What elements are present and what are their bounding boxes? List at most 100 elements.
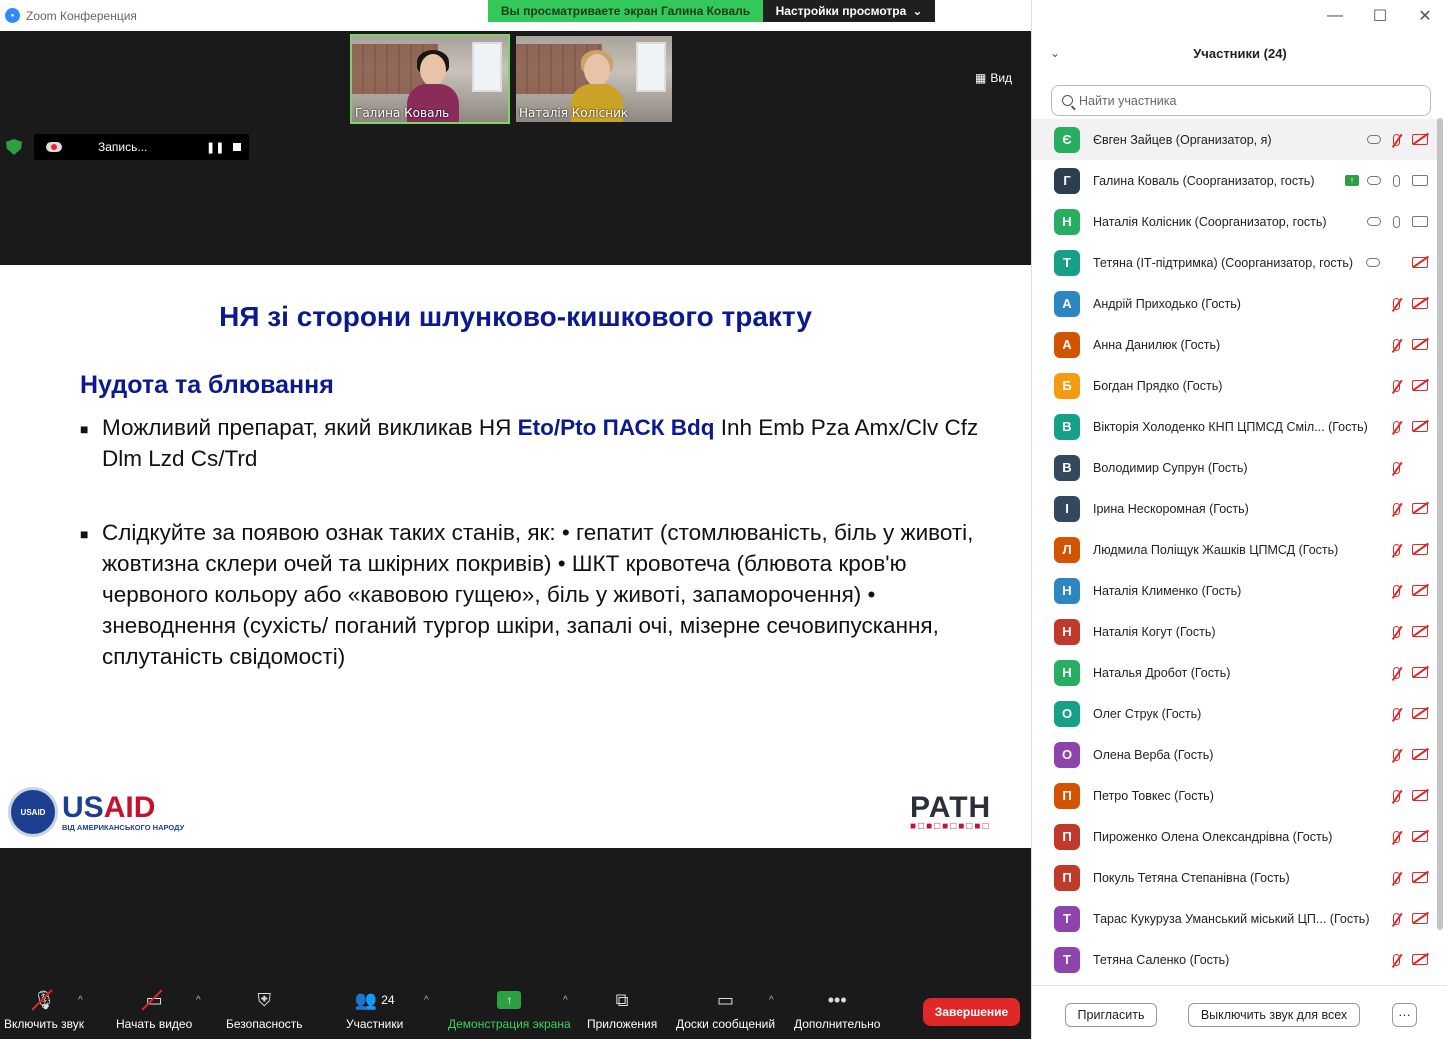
camera-off-icon: ▭	[140, 987, 168, 1013]
chevron-up-icon[interactable]: ^	[78, 995, 83, 1006]
avatar: Н	[1054, 577, 1080, 604]
grid-icon: ▦	[975, 71, 987, 85]
avatar: Б	[1054, 372, 1080, 399]
participant-row[interactable]: Н Наталья Дробот (Гость)	[1032, 652, 1438, 693]
participant-name: Пироженко Олена Олександрівна (Гость)	[1093, 829, 1333, 844]
share-screen-button[interactable]: ↑ Демонстрация экрана	[448, 987, 571, 1031]
participant-status-icons	[1389, 460, 1428, 476]
participant-row[interactable]: П Петро Товкес (Гость)	[1032, 775, 1438, 816]
participant-row[interactable]: А Анна Данилюк (Гость)	[1032, 324, 1438, 365]
more-options-button[interactable]: ···	[1392, 1003, 1417, 1027]
participant-name: Тетяна Саленко (Гость)	[1093, 952, 1230, 967]
participant-name: Покуль Тетяна Степанівна (Гость)	[1093, 870, 1290, 885]
chevron-up-icon[interactable]: ^	[769, 995, 774, 1006]
participant-row[interactable]: В Володимир Супрун (Гость)	[1032, 447, 1438, 488]
participant-row[interactable]: Н Наталія Колісник (Соорганизатор, гость)	[1032, 201, 1438, 242]
whiteboards-label: Доски сообщений	[676, 1017, 776, 1031]
chevron-up-icon[interactable]: ^	[424, 995, 429, 1006]
video-thumbnail[interactable]: Галина Коваль	[350, 34, 510, 124]
microphone-muted-icon	[1393, 133, 1400, 146]
participant-row[interactable]: А Андрій Приходько (Гость)	[1032, 283, 1438, 324]
close-window-button[interactable]: ✕	[1402, 4, 1447, 28]
path-logo: PATH ■□■□■□■□■□	[910, 791, 991, 832]
microphone-muted-icon	[1393, 707, 1400, 720]
camera-off-icon	[1412, 339, 1428, 350]
security-button[interactable]: ⛨ Безопасность	[226, 987, 303, 1032]
avatar: В	[1054, 454, 1080, 481]
thumbnail-name: Галина Коваль	[355, 106, 450, 120]
avatar: Н	[1054, 208, 1080, 235]
microphone-muted-icon	[1393, 666, 1400, 679]
camera-off-icon	[1412, 667, 1428, 678]
participants-button[interactable]: 👥 24 Участники	[346, 987, 403, 1032]
participant-row[interactable]: О Олег Струк (Гость)	[1032, 693, 1438, 734]
share-background	[0, 848, 1031, 975]
microphone-muted-icon	[1393, 461, 1400, 474]
video-thumbnail[interactable]: Наталія Колісник	[514, 34, 674, 124]
participant-row[interactable]: Н Наталія Клименко (Гость)	[1032, 570, 1438, 611]
camera-off-icon	[1412, 257, 1428, 268]
apps-button[interactable]: ⧉ Приложения	[587, 987, 657, 1032]
window-title: Zoom Конференция	[26, 8, 137, 23]
microphone-muted-icon	[1393, 297, 1400, 310]
avatar: Л	[1054, 536, 1080, 563]
pause-recording-button[interactable]: ❚❚	[206, 141, 224, 154]
participant-name: Олена Верба (Гость)	[1093, 747, 1214, 762]
participant-search[interactable]	[1051, 85, 1431, 116]
chevron-up-icon[interactable]: ^	[563, 995, 568, 1006]
search-input[interactable]	[1079, 93, 1409, 108]
participant-name: Ірина Нескоромная (Гость)	[1093, 501, 1249, 516]
end-meeting-button[interactable]: Завершение	[923, 998, 1020, 1026]
participant-row[interactable]: Т Тетяна Саленко (Гость)	[1032, 939, 1438, 980]
stop-recording-button[interactable]	[233, 143, 241, 151]
participant-row[interactable]: Г Галина Коваль (Соорганизатор, гость) ↑	[1032, 160, 1438, 201]
avatar: Г	[1054, 167, 1080, 194]
camera-icon	[1412, 175, 1428, 186]
participant-row[interactable]: Б Богдан Прядко (Гость)	[1032, 365, 1438, 406]
camera-off-icon	[1412, 421, 1428, 432]
panel-footer: Пригласить Выключить звук для всех ···	[1032, 985, 1447, 1039]
microphone-muted-icon	[1393, 912, 1400, 925]
participant-name: Андрій Приходько (Гость)	[1093, 296, 1241, 311]
participant-status-icons	[1389, 338, 1428, 351]
microphone-muted-icon	[1393, 789, 1400, 802]
participant-row[interactable]: Т Тетяна (ІТ-підтримка) (Соорганизатор, г…	[1032, 242, 1438, 283]
microphone-muted-icon	[1393, 543, 1400, 556]
minimize-window-button[interactable]: —	[1312, 4, 1358, 28]
microphone-muted-icon	[1393, 625, 1400, 638]
view-button[interactable]: ▦ Вид	[975, 71, 1012, 85]
participant-status-icons	[1389, 502, 1428, 515]
mute-all-button[interactable]: Выключить звук для всех	[1188, 1003, 1360, 1027]
usaid-logo: USAID USAID ВІД АМЕРИКАНСЬКОГО НАРОДУ	[8, 787, 184, 837]
participant-status-icons	[1367, 133, 1428, 146]
participant-status-icons	[1389, 625, 1428, 638]
participant-row[interactable]: Є Євген Зайцев (Организатор, я)	[1032, 119, 1438, 160]
more-button[interactable]: ••• Дополнительно	[794, 987, 880, 1032]
participant-row[interactable]: І Ірина Нескоромная (Гость)	[1032, 488, 1438, 529]
security-label: Безопасность	[226, 1017, 303, 1031]
view-settings-button[interactable]: Настройки просмотра ⌄	[763, 0, 935, 22]
participant-row[interactable]: Л Людмила Поліщук Жашків ЦПМСД (Гость)	[1032, 529, 1438, 570]
participant-row[interactable]: П Покуль Тетяна Степанівна (Гость)	[1032, 857, 1438, 898]
participant-name: Наталія Колісник (Соорганизатор, гость)	[1093, 214, 1327, 229]
participant-row[interactable]: Н Наталія Когут (Гость)	[1032, 611, 1438, 652]
usaid-tagline: ВІД АМЕРИКАНСЬКОГО НАРОДУ	[62, 822, 185, 832]
chevron-up-icon[interactable]: ^	[196, 995, 201, 1006]
camera-off-icon	[1412, 913, 1428, 924]
avatar: Т	[1054, 249, 1080, 276]
participant-row[interactable]: Т Тарас Кукуруза Уманський міський ЦП... …	[1032, 898, 1438, 939]
start-video-button[interactable]: ▭ Начать видео	[116, 987, 192, 1032]
camera-off-icon	[1412, 790, 1428, 801]
participant-name: Володимир Супрун (Гость)	[1093, 460, 1248, 475]
participant-row[interactable]: О Олена Верба (Гость)	[1032, 734, 1438, 775]
invite-button[interactable]: Пригласить	[1065, 1003, 1157, 1027]
unmute-button[interactable]: 🎙 Включить звук	[4, 987, 84, 1032]
avatar: В	[1054, 413, 1080, 440]
avatar: О	[1054, 741, 1080, 768]
participant-row[interactable]: В Вікторія Холоденко КНП ЦПМСД Сміл... (Г…	[1032, 406, 1438, 447]
maximize-window-button[interactable]: ☐	[1357, 4, 1403, 28]
participant-status-icons	[1389, 707, 1428, 720]
participant-row[interactable]: П Пироженко Олена Олександрівна (Гость)	[1032, 816, 1438, 857]
participant-list-scrollbar[interactable]	[1437, 118, 1443, 930]
whiteboards-button[interactable]: ▭ Доски сообщений	[676, 987, 776, 1032]
